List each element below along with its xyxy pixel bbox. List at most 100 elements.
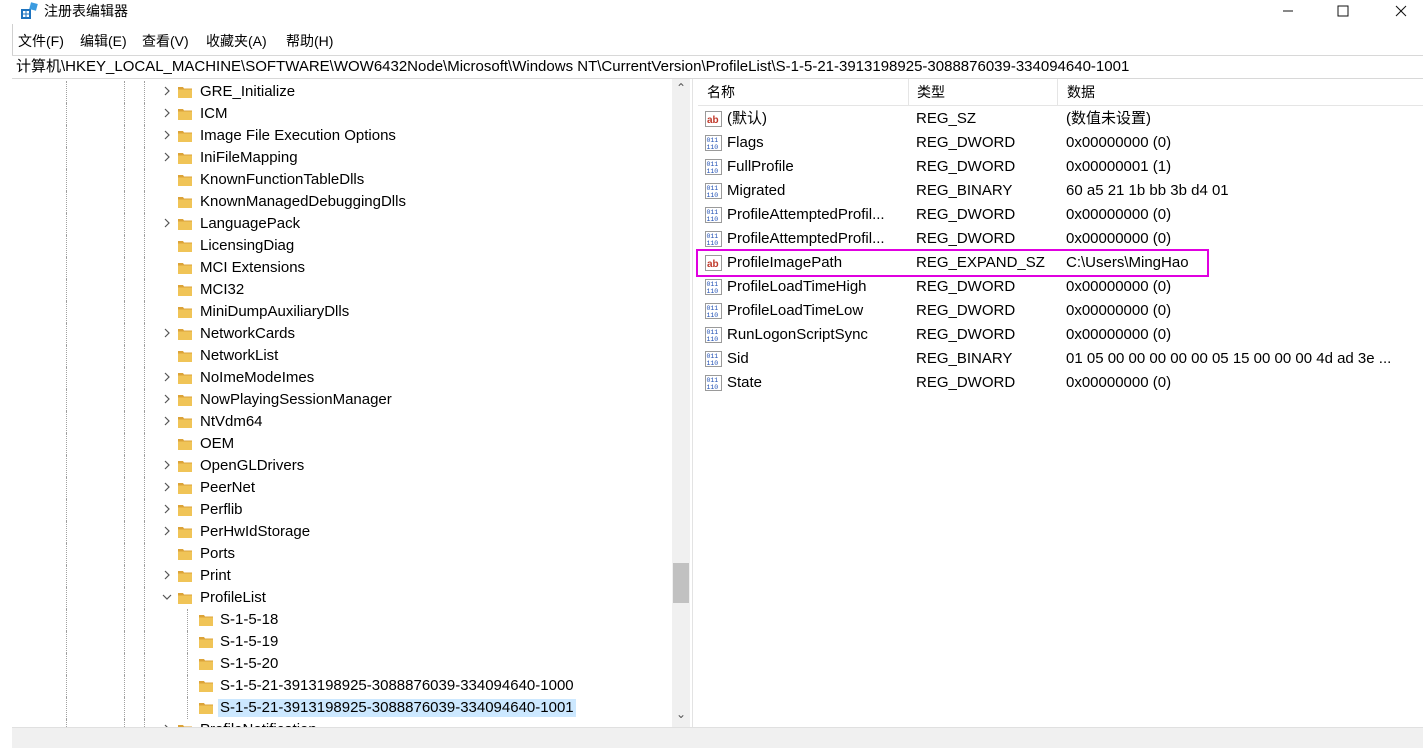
tree-item-label[interactable]: KnownManagedDebuggingDlls (198, 193, 408, 211)
value-row[interactable]: 011 110 ProfileLoadTimeLow REG_DWORD 0x00000… (698, 299, 1423, 323)
address-bar[interactable]: 计算机\HKEY_LOCAL_MACHINE\SOFTWARE\WOW6432N… (12, 55, 1423, 79)
scrollbar-thumb[interactable] (673, 563, 689, 603)
value-row[interactable]: 011 110 FullProfile REG_DWORD 0x00000001 (1) (698, 155, 1423, 179)
tree-item-label[interactable]: OpenGLDrivers (198, 457, 306, 475)
tree-item-label[interactable]: NtVdm64 (198, 413, 265, 431)
key-tree-pane[interactable]: GRE_Initialize ICM Image File Execution Op… (12, 79, 693, 727)
tree-scrollbar[interactable] (672, 79, 690, 727)
chevron-right-icon[interactable] (159, 326, 175, 342)
tree-item-label[interactable]: Print (198, 567, 233, 585)
tree-item[interactable]: MiniDumpAuxiliaryDlls (12, 301, 682, 323)
tree-item-label[interactable]: NoImeModeImes (198, 369, 316, 387)
chevron-right-icon[interactable] (159, 128, 175, 144)
tree-item-label[interactable]: GRE_Initialize (198, 83, 297, 101)
tree-item-label[interactable]: ICM (198, 105, 230, 123)
chevron-right-icon[interactable] (159, 150, 175, 166)
tree-item-label[interactable]: MCI Extensions (198, 259, 307, 277)
tree-item-label[interactable]: S-1-5-18 (218, 611, 280, 629)
tree-item-label[interactable]: MiniDumpAuxiliaryDlls (198, 303, 351, 321)
value-row[interactable]: 011 110 Flags REG_DWORD 0x00000000 (0) (698, 131, 1423, 155)
tree-item[interactable]: PeerNet (12, 477, 682, 499)
menu-favorites[interactable]: 收藏夹(A) (204, 30, 269, 52)
tree-item-label[interactable]: S-1-5-19 (218, 633, 280, 651)
tree-item[interactable]: LicensingDiag (12, 235, 682, 257)
tree-item[interactable]: NowPlayingSessionManager (12, 389, 682, 411)
tree-item[interactable]: S-1-5-18 (12, 609, 682, 631)
tree-item[interactable]: ICM (12, 103, 682, 125)
tree-item[interactable]: NetworkCards (12, 323, 682, 345)
tree-item[interactable]: PerHwIdStorage (12, 521, 682, 543)
menu-help[interactable]: 帮助(H) (284, 30, 335, 52)
tree-item-label[interactable]: Image File Execution Options (198, 127, 398, 145)
tree-item-label[interactable]: S-1-5-20 (218, 655, 280, 673)
chevron-right-icon[interactable] (159, 392, 175, 408)
tree-item-label[interactable]: NetworkList (198, 347, 280, 365)
tree-item[interactable]: GRE_Initialize (12, 81, 682, 103)
column-header-name[interactable]: 名称 (698, 79, 909, 105)
tree-item-label[interactable]: Perflib (198, 501, 245, 519)
tree-item[interactable]: MCI Extensions (12, 257, 682, 279)
tree-item-label[interactable]: OEM (198, 435, 236, 453)
tree-item[interactable]: MCI32 (12, 279, 682, 301)
scroll-up-icon[interactable]: ⌃ (672, 80, 690, 96)
tree-item-label[interactable]: LicensingDiag (198, 237, 296, 255)
value-row[interactable]: 011 110 ProfileLoadTimeHigh REG_DWORD 0x0000… (698, 275, 1423, 299)
value-row[interactable]: 011 110 Migrated REG_BINARY 60 a5 21 1b bb 3… (698, 179, 1423, 203)
value-row[interactable]: 011 110 ProfileAttemptedProfil... REG_DWORD… (698, 227, 1423, 251)
value-row[interactable]: ab (默认) REG_SZ (数值未设置) (698, 107, 1423, 131)
tree-item[interactable]: S-1-5-20 (12, 653, 682, 675)
tree-item-label[interactable]: ProfileList (198, 589, 268, 607)
tree-item-label[interactable]: Ports (198, 545, 237, 563)
tree-item[interactable]: S-1-5-19 (12, 631, 682, 653)
tree-item-label[interactable]: MCI32 (198, 281, 246, 299)
tree-item[interactable]: NetworkList (12, 345, 682, 367)
values-pane[interactable]: 名称 类型 数据 ab (默认) REG_SZ (数值未设置) 011 110 Flags R… (698, 79, 1423, 727)
tree-item[interactable]: NoImeModeImes (12, 367, 682, 389)
tree-item-label[interactable]: LanguagePack (198, 215, 302, 233)
close-button[interactable] (1378, 0, 1423, 22)
tree-item[interactable]: Print (12, 565, 682, 587)
chevron-right-icon[interactable] (159, 414, 175, 430)
tree-item[interactable]: KnownManagedDebuggingDlls (12, 191, 682, 213)
maximize-button[interactable] (1320, 0, 1366, 22)
value-row[interactable]: 011 110 State REG_DWORD 0x00000000 (0) (698, 371, 1423, 395)
chevron-right-icon[interactable] (159, 458, 175, 474)
tree-item-label[interactable]: S-1-5-21-3913198925-3088876039-334094640… (218, 677, 576, 695)
address-path[interactable]: 计算机\HKEY_LOCAL_MACHINE\SOFTWARE\WOW6432N… (16, 57, 1129, 77)
tree-item[interactable]: Image File Execution Options (12, 125, 682, 147)
tree-item-label[interactable]: KnownFunctionTableDlls (198, 171, 366, 189)
tree-item[interactable]: LanguagePack (12, 213, 682, 235)
tree-item[interactable]: OEM (12, 433, 682, 455)
chevron-right-icon[interactable] (159, 524, 175, 540)
column-header-type[interactable]: 类型 (908, 79, 1058, 105)
scroll-down-icon[interactable]: ⌄ (672, 706, 690, 722)
menu-edit[interactable]: 编辑(E) (78, 30, 129, 52)
tree-item[interactable]: S-1-5-21-3913198925-3088876039-334094640… (12, 675, 682, 697)
chevron-right-icon[interactable] (159, 370, 175, 386)
menu-view[interactable]: 查看(V) (140, 30, 191, 52)
tree-item[interactable]: Perflib (12, 499, 682, 521)
tree-item[interactable]: S-1-5-21-3913198925-3088876039-334094640… (12, 697, 682, 719)
chevron-right-icon[interactable] (159, 106, 175, 122)
chevron-right-icon[interactable] (159, 84, 175, 100)
tree-item-label[interactable]: PerHwIdStorage (198, 523, 312, 541)
tree-item[interactable]: NtVdm64 (12, 411, 682, 433)
tree-item-label[interactable]: NetworkCards (198, 325, 297, 343)
tree-item[interactable]: ProfileList (12, 587, 682, 609)
tree-item-label[interactable]: NowPlayingSessionManager (198, 391, 394, 409)
chevron-down-icon[interactable] (159, 590, 175, 606)
column-header-data[interactable]: 数据 (1058, 79, 1423, 105)
tree-item[interactable]: IniFileMapping (12, 147, 682, 169)
tree-item[interactable]: Ports (12, 543, 682, 565)
chevron-right-icon[interactable] (159, 502, 175, 518)
tree-item[interactable]: ProfileNotification (12, 719, 682, 727)
tree-item-label[interactable]: PeerNet (198, 479, 257, 497)
value-row[interactable]: 011 110 Sid REG_BINARY 01 05 00 00 00 00 00 … (698, 347, 1423, 371)
minimize-button[interactable] (1265, 0, 1311, 22)
chevron-right-icon[interactable] (159, 216, 175, 232)
tree-item[interactable]: KnownFunctionTableDlls (12, 169, 682, 191)
value-row[interactable]: 011 110 RunLogonScriptSync REG_DWORD 0x00000… (698, 323, 1423, 347)
tree-item[interactable]: OpenGLDrivers (12, 455, 682, 477)
tree-item-label-selected[interactable]: S-1-5-21-3913198925-3088876039-334094640… (218, 699, 576, 717)
chevron-right-icon[interactable] (159, 480, 175, 496)
